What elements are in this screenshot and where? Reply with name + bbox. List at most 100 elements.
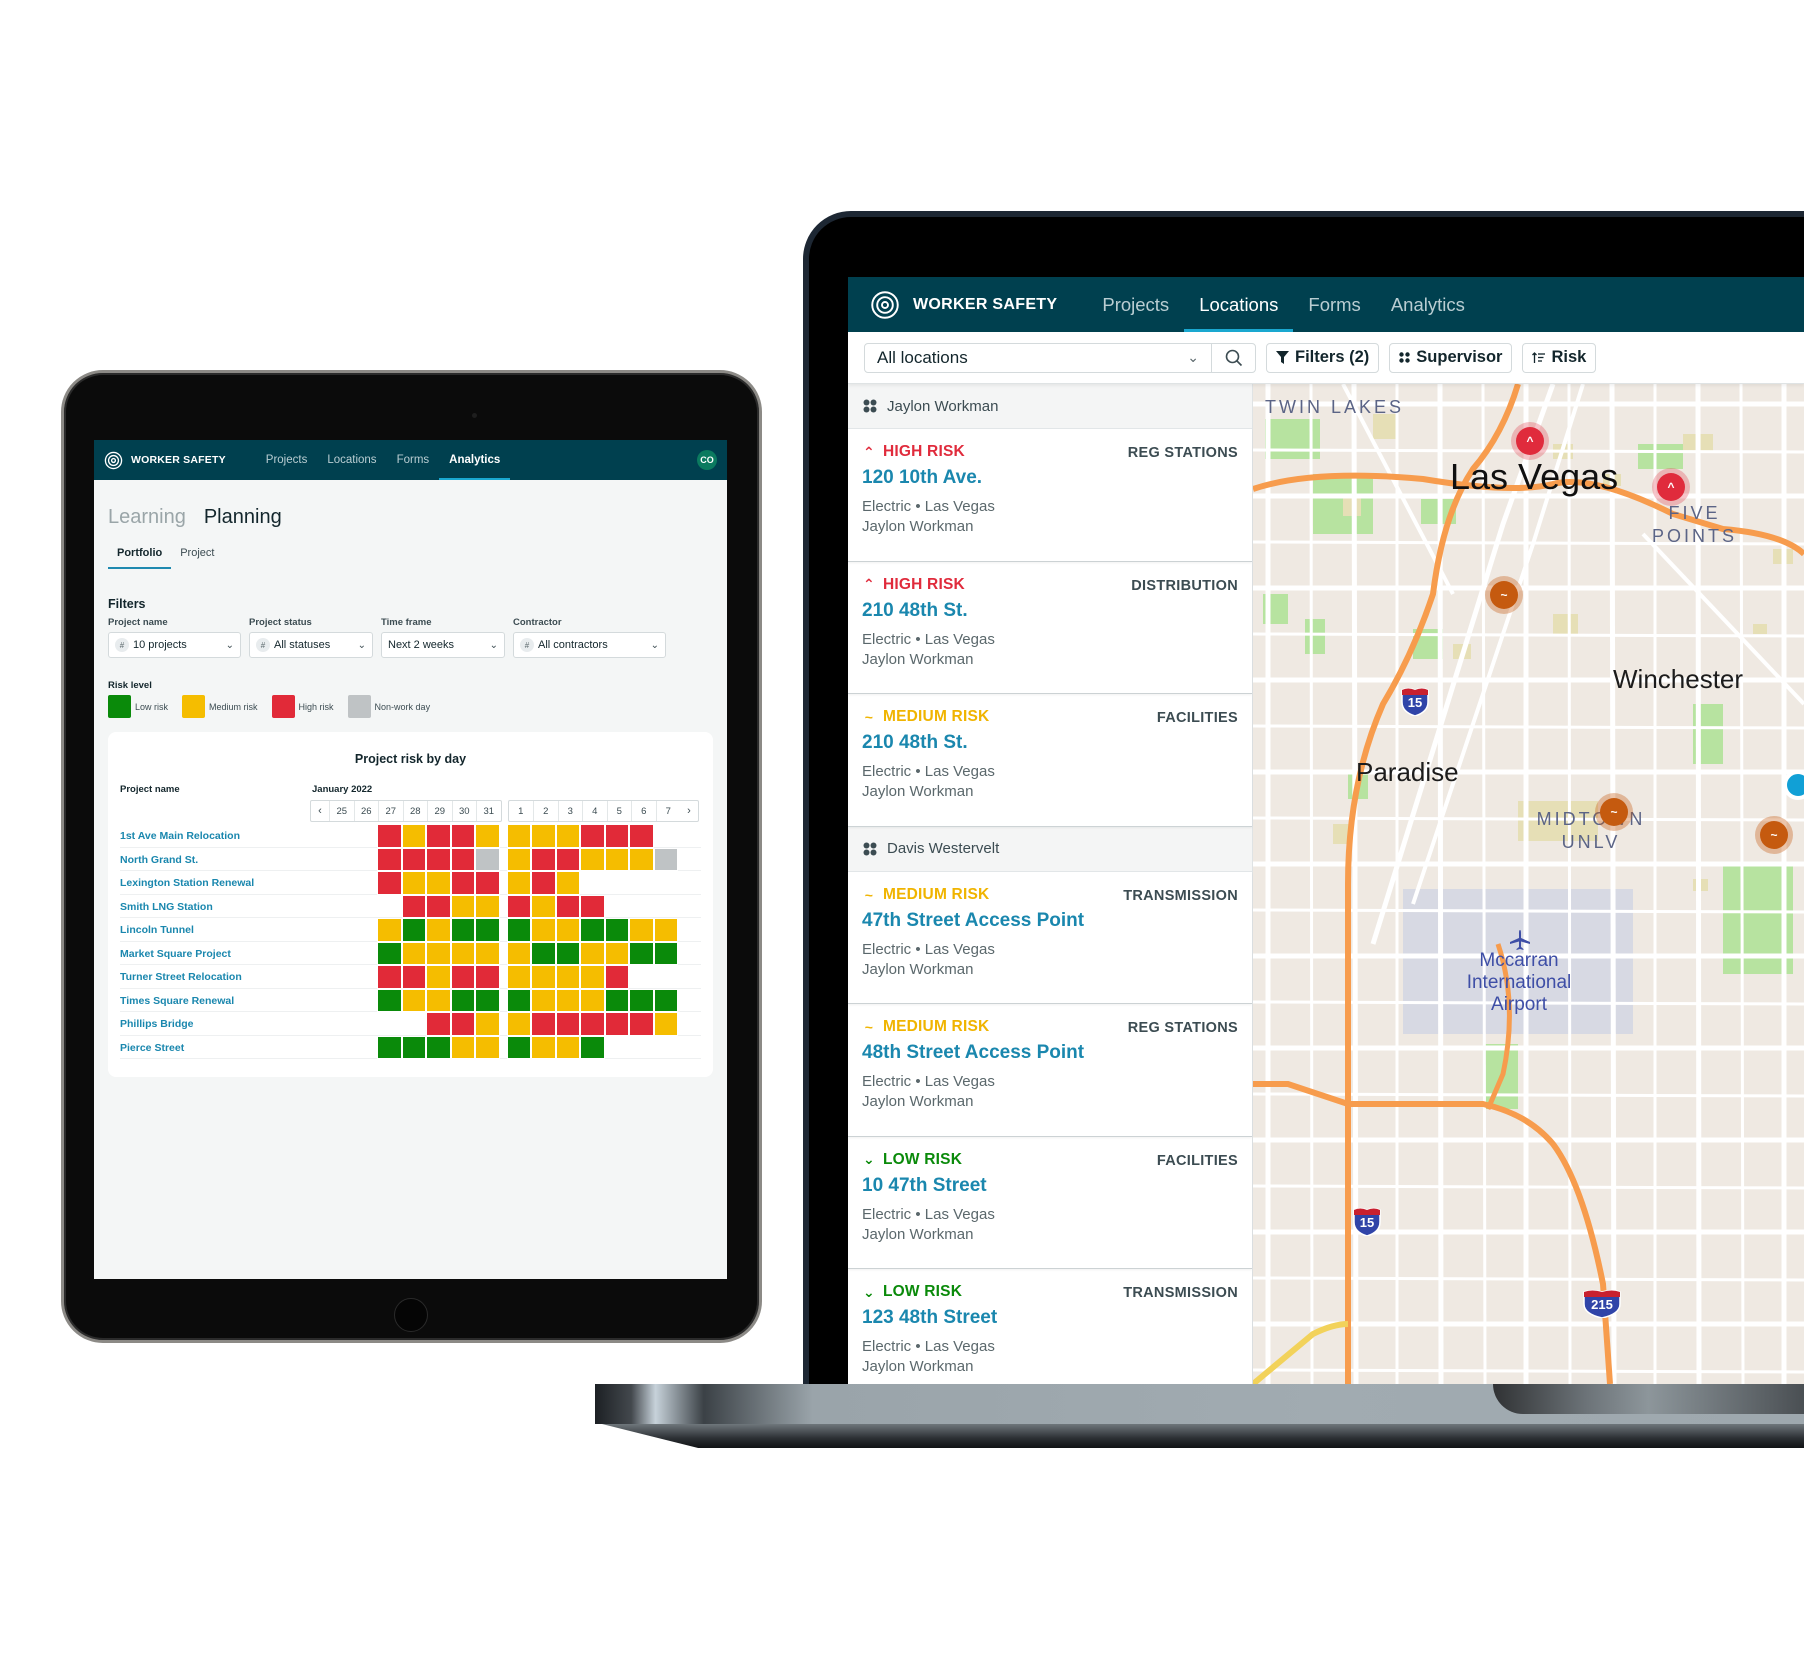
heatmap-cell[interactable] xyxy=(506,847,531,871)
tab-planning[interactable]: Planning xyxy=(204,506,282,529)
prev-days-button[interactable]: ‹ xyxy=(311,801,329,821)
filters-button[interactable]: Filters (2) xyxy=(1266,342,1380,373)
heatmap-cell[interactable] xyxy=(450,941,475,965)
heatmap-cell[interactable] xyxy=(401,871,426,895)
heatmap-cell[interactable] xyxy=(377,965,402,989)
heatmap-cell[interactable] xyxy=(531,847,556,871)
location-list-item[interactable]: ~ MEDIUM RISK FACILITIES 210 48th St. Electr… xyxy=(848,694,1252,827)
heatmap-cell[interactable] xyxy=(401,965,426,989)
heatmap-cell[interactable] xyxy=(401,988,426,1012)
group-by-supervisor-button[interactable]: Supervisor xyxy=(1389,342,1513,373)
map-marker-high-risk[interactable]: ^ xyxy=(1657,473,1685,501)
heatmap-cell[interactable] xyxy=(604,1012,629,1036)
map-view[interactable]: TWIN LAKES Las Vegas FIVE POINTS Winches… xyxy=(1253,384,1804,1384)
project-name-link[interactable]: Times Square Renewal xyxy=(120,995,234,1007)
heatmap-cell[interactable] xyxy=(555,824,580,848)
heatmap-cell[interactable] xyxy=(604,847,629,871)
location-list-item[interactable]: ⌃ HIGH RISK REG STATIONS 120 10th Ave. Elect… xyxy=(848,429,1252,562)
project-name-link[interactable]: Turner Street Relocation xyxy=(120,971,242,983)
location-list-item[interactable]: ⌄ LOW RISK FACILITIES 10 47th Street Electri… xyxy=(848,1137,1252,1269)
heatmap-cell[interactable] xyxy=(555,918,580,942)
nav-analytics[interactable]: Analytics xyxy=(1376,277,1480,332)
heatmap-cell[interactable] xyxy=(450,1012,475,1036)
heatmap-cell[interactable] xyxy=(653,918,678,942)
heatmap-cell[interactable] xyxy=(426,1035,451,1059)
heatmap-cell[interactable] xyxy=(377,847,402,871)
project-name-select[interactable]: # 10 projects ⌄ xyxy=(108,632,241,658)
heatmap-cell[interactable] xyxy=(401,847,426,871)
heatmap-cell[interactable] xyxy=(653,941,678,965)
heatmap-cell[interactable] xyxy=(426,1012,451,1036)
heatmap-cell[interactable] xyxy=(475,988,500,1012)
tab-project[interactable]: Project xyxy=(171,543,223,569)
location-list-item[interactable]: ~ MEDIUM RISK REG STATIONS 48th Street Acce… xyxy=(848,1004,1252,1137)
heatmap-cell[interactable] xyxy=(377,871,402,895)
user-avatar[interactable]: CO xyxy=(697,450,717,470)
heatmap-cell[interactable] xyxy=(450,988,475,1012)
heatmap-cell[interactable] xyxy=(506,1012,531,1036)
location-title-link[interactable]: 123 48th Street xyxy=(862,1307,1238,1329)
heatmap-cell[interactable] xyxy=(401,1035,426,1059)
heatmap-cell[interactable] xyxy=(531,824,556,848)
heatmap-cell[interactable] xyxy=(604,918,629,942)
project-name-link[interactable]: Lincoln Tunnel xyxy=(120,924,194,936)
heatmap-cell[interactable] xyxy=(604,824,629,848)
heatmap-cell[interactable] xyxy=(531,918,556,942)
heatmap-cell[interactable] xyxy=(426,824,451,848)
heatmap-cell[interactable] xyxy=(506,941,531,965)
heatmap-cell[interactable] xyxy=(426,871,451,895)
heatmap-cell[interactable] xyxy=(426,894,451,918)
heatmap-cell[interactable] xyxy=(475,1035,500,1059)
heatmap-cell[interactable] xyxy=(604,988,629,1012)
tablet-home-button[interactable] xyxy=(394,1298,428,1332)
heatmap-cell[interactable] xyxy=(604,941,629,965)
heatmap-cell[interactable] xyxy=(580,1035,605,1059)
heatmap-cell[interactable] xyxy=(475,847,500,871)
heatmap-cell[interactable] xyxy=(531,1012,556,1036)
tablet-nav-analytics[interactable]: Analytics xyxy=(439,440,511,480)
tab-learning[interactable]: Learning xyxy=(108,506,186,529)
location-select[interactable]: All locations ⌄ xyxy=(865,344,1211,372)
heatmap-cell[interactable] xyxy=(475,894,500,918)
map-marker-medium-risk[interactable]: ~ xyxy=(1490,581,1518,609)
heatmap-cell[interactable] xyxy=(580,824,605,848)
heatmap-cell[interactable] xyxy=(426,941,451,965)
heatmap-cell[interactable] xyxy=(475,941,500,965)
tablet-nav-projects[interactable]: Projects xyxy=(256,440,318,480)
heatmap-cell[interactable] xyxy=(531,941,556,965)
heatmap-cell[interactable] xyxy=(450,824,475,848)
heatmap-cell[interactable] xyxy=(377,941,402,965)
heatmap-cell[interactable] xyxy=(653,1012,678,1036)
project-name-link[interactable]: Pierce Street xyxy=(120,1042,184,1054)
heatmap-cell[interactable] xyxy=(506,965,531,989)
heatmap-cell[interactable] xyxy=(401,918,426,942)
heatmap-cell[interactable] xyxy=(629,1012,654,1036)
project-name-link[interactable]: 1st Ave Main Relocation xyxy=(120,830,240,842)
heatmap-cell[interactable] xyxy=(580,1012,605,1036)
location-list-item[interactable]: ⌄ LOW RISK TRANSMISSION 123 48th Street Elec… xyxy=(848,1269,1252,1384)
heatmap-cell[interactable] xyxy=(580,988,605,1012)
heatmap-cell[interactable] xyxy=(629,988,654,1012)
heatmap-cell[interactable] xyxy=(450,965,475,989)
heatmap-cell[interactable] xyxy=(401,824,426,848)
heatmap-cell[interactable] xyxy=(604,965,629,989)
heatmap-cell[interactable] xyxy=(531,871,556,895)
heatmap-cell[interactable] xyxy=(580,894,605,918)
next-days-button[interactable]: › xyxy=(680,801,698,821)
heatmap-cell[interactable] xyxy=(475,824,500,848)
project-name-link[interactable]: Market Square Project xyxy=(120,948,231,960)
heatmap-cell[interactable] xyxy=(506,918,531,942)
heatmap-cell[interactable] xyxy=(426,847,451,871)
heatmap-cell[interactable] xyxy=(580,847,605,871)
contractor-select[interactable]: # All contractors ⌄ xyxy=(513,632,666,658)
heatmap-cell[interactable] xyxy=(426,965,451,989)
map-marker-medium-risk[interactable]: ~ xyxy=(1760,821,1788,849)
heatmap-cell[interactable] xyxy=(653,847,678,871)
heatmap-cell[interactable] xyxy=(377,1035,402,1059)
heatmap-cell[interactable] xyxy=(450,918,475,942)
location-title-link[interactable]: 47th Street Access Point xyxy=(862,910,1238,932)
heatmap-cell[interactable] xyxy=(450,871,475,895)
heatmap-cell[interactable] xyxy=(475,965,500,989)
tablet-nav-forms[interactable]: Forms xyxy=(387,440,440,480)
heatmap-cell[interactable] xyxy=(401,941,426,965)
